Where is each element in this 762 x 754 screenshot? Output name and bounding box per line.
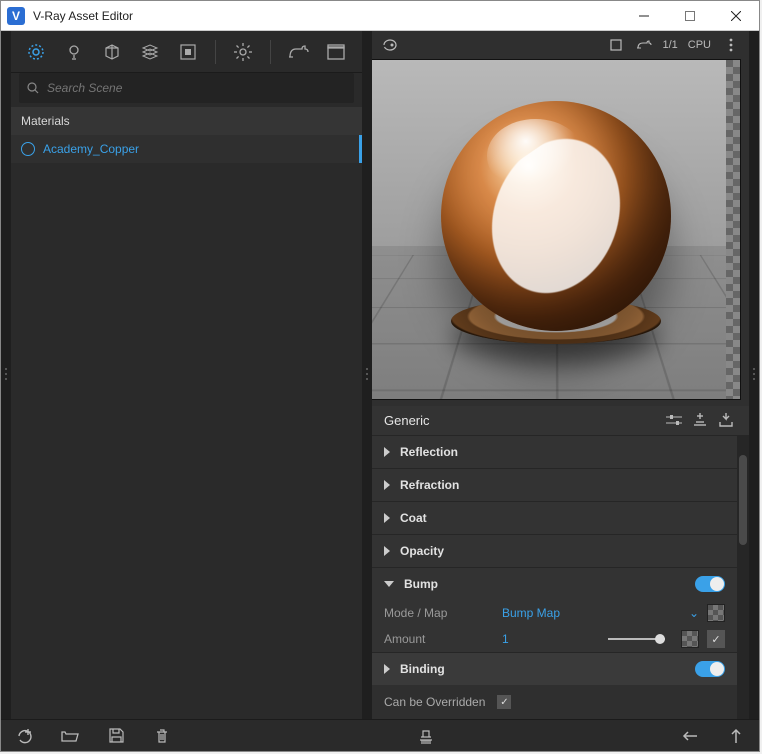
section-refraction[interactable]: Refraction	[372, 469, 737, 501]
bump-amount-row: Amount 1 ✓	[372, 626, 737, 652]
section-label: Coat	[400, 511, 427, 525]
chevron-right-icon	[384, 447, 390, 457]
footer-bar	[1, 719, 759, 751]
category-toolbar	[11, 31, 362, 73]
titlebar: V V-Ray Asset Editor	[1, 1, 759, 31]
kebab-menu-icon[interactable]	[721, 35, 741, 55]
close-button[interactable]	[713, 1, 759, 31]
search-icon	[27, 82, 39, 94]
toolbar-separator	[215, 40, 216, 64]
render-icon[interactable]	[281, 35, 315, 69]
amount-value[interactable]: 1	[502, 632, 592, 646]
main-area: Materials Academy_Copper	[1, 31, 759, 719]
section-reflection[interactable]: Reflection	[372, 436, 737, 468]
map-swatch[interactable]	[707, 604, 725, 622]
section-label: Reflection	[400, 445, 458, 459]
section-label: Bump	[404, 577, 438, 591]
chevron-right-icon	[384, 513, 390, 523]
add-layer-icon[interactable]	[689, 409, 711, 431]
mode-value[interactable]: Bump Map	[502, 606, 592, 620]
volumes-tab-icon[interactable]	[133, 35, 167, 69]
maximize-icon	[685, 11, 695, 21]
maximize-button[interactable]	[667, 1, 713, 31]
binding-toggle[interactable]	[695, 661, 725, 677]
section-label: Refraction	[400, 478, 459, 492]
sliders-icon[interactable]	[663, 409, 685, 431]
save-layer-icon[interactable]	[715, 409, 737, 431]
mode-label: Mode / Map	[384, 606, 494, 620]
chevron-right-icon	[384, 546, 390, 556]
open-folder-icon[interactable]	[57, 723, 83, 749]
properties-sections: Reflection Refraction	[372, 435, 737, 685]
amount-swatch[interactable]	[681, 630, 699, 648]
preview-toolbar: 1/1 CPU	[372, 31, 749, 59]
window-title: V-Ray Asset Editor	[33, 9, 621, 23]
bump-mode-row: Mode / Map Bump Map ⌄	[372, 600, 737, 626]
scrollbar-thumb[interactable]	[739, 455, 747, 545]
override-row: Can be Overridden ✓	[372, 685, 737, 719]
properties-header: Generic	[372, 406, 749, 435]
purge-icon[interactable]	[413, 723, 439, 749]
framebuffer-icon[interactable]	[319, 35, 353, 69]
material-item-label: Academy_Copper	[43, 142, 139, 156]
app-window: V V-Ray Asset Editor	[0, 0, 760, 752]
preview-stop-icon[interactable]	[606, 35, 626, 55]
chevron-right-icon	[384, 664, 390, 674]
preview-alpha-strip	[726, 60, 740, 399]
left-empty-space	[11, 163, 362, 719]
material-type-label: Generic	[384, 413, 430, 428]
section-binding[interactable]: Binding	[372, 653, 737, 685]
render-device[interactable]: CPU	[688, 39, 711, 51]
new-asset-icon[interactable]	[11, 723, 37, 749]
amount-slider[interactable]	[608, 632, 665, 646]
minimize-button[interactable]	[621, 1, 667, 31]
save-icon[interactable]	[103, 723, 129, 749]
chevron-down-icon	[384, 581, 394, 587]
lights-tab-icon[interactable]	[57, 35, 91, 69]
material-icon	[21, 142, 35, 156]
bump-toggle[interactable]	[695, 576, 725, 592]
left-panel: Materials Academy_Copper	[11, 31, 362, 719]
material-item-academy-copper[interactable]: Academy_Copper	[11, 135, 362, 163]
right-splitter[interactable]	[749, 31, 759, 719]
preview-orient-icon[interactable]	[380, 35, 400, 55]
settings-icon[interactable]	[226, 35, 260, 69]
section-coat[interactable]: Coat	[372, 502, 737, 534]
left-splitter[interactable]	[1, 31, 11, 719]
close-icon	[731, 11, 741, 21]
properties-body: Reflection Refraction	[372, 435, 749, 719]
right-panel: 1/1 CPU Generic	[372, 31, 749, 719]
search-box[interactable]	[19, 73, 354, 103]
preview-count: 1/1	[662, 39, 677, 51]
override-checkbox[interactable]: ✓	[497, 695, 511, 709]
amount-check[interactable]: ✓	[707, 630, 725, 648]
chevron-right-icon	[384, 480, 390, 490]
material-preview[interactable]	[372, 59, 741, 400]
toolbar-separator-2	[270, 40, 271, 64]
category-header[interactable]: Materials	[11, 107, 362, 135]
section-label: Binding	[400, 662, 445, 676]
override-label: Can be Overridden	[384, 695, 485, 709]
properties-scrollbar[interactable]	[737, 435, 749, 719]
minimize-icon	[639, 11, 649, 21]
preview-teapot-icon[interactable]	[634, 35, 654, 55]
center-splitter[interactable]	[362, 31, 372, 719]
up-arrow-icon[interactable]	[723, 723, 749, 749]
back-arrow-icon[interactable]	[677, 723, 703, 749]
materials-tab-icon[interactable]	[19, 35, 53, 69]
geometry-tab-icon[interactable]	[95, 35, 129, 69]
section-bump[interactable]: Bump	[372, 568, 737, 600]
app-icon: V	[7, 7, 25, 25]
chevron-down-icon[interactable]: ⌄	[689, 606, 699, 620]
delete-icon[interactable]	[149, 723, 175, 749]
amount-label: Amount	[384, 632, 494, 646]
section-label: Opacity	[400, 544, 444, 558]
search-input[interactable]	[47, 81, 346, 95]
textures-tab-icon[interactable]	[171, 35, 205, 69]
section-opacity[interactable]: Opacity	[372, 535, 737, 567]
